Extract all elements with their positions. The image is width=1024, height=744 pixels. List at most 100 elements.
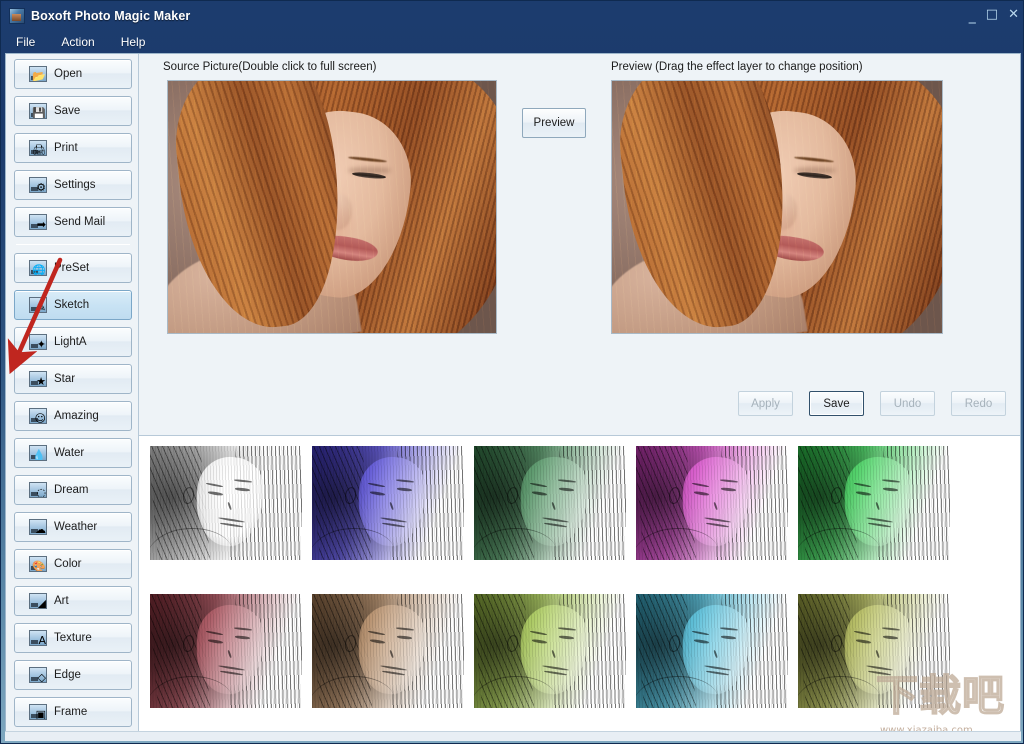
sketch-color-tint bbox=[636, 594, 788, 708]
sidebar-item-label: Frame bbox=[54, 706, 88, 718]
sidebar-item-save[interactable]: 💾 Save bbox=[14, 96, 132, 126]
sketch-color-tint bbox=[474, 594, 626, 708]
thumbnail-cell[interactable] bbox=[307, 592, 469, 740]
menu-item-file[interactable]: File bbox=[13, 34, 38, 50]
undo-button: Undo bbox=[880, 391, 935, 416]
portrait-image-source bbox=[168, 81, 496, 333]
sidebar-item-amazing[interactable]: ☺ Amazing bbox=[14, 401, 132, 431]
sidebar-item-edge[interactable]: ◇ Edge bbox=[14, 660, 132, 690]
sidebar-item-texture[interactable]: A Texture bbox=[14, 623, 132, 653]
sidebar-item-frame[interactable]: ▣ Frame bbox=[14, 697, 132, 727]
sidebar-item-lighta[interactable]: ✦ LightA bbox=[14, 327, 132, 357]
light-effect-icon: ✦ bbox=[29, 334, 47, 350]
sketch-pen-icon: ✎ bbox=[29, 297, 47, 313]
sketch-variant-dark-green[interactable] bbox=[474, 446, 626, 560]
thumbnail-cell[interactable] bbox=[631, 592, 793, 740]
sketch-variant-magenta[interactable] bbox=[636, 446, 788, 560]
minimize-icon[interactable]: _ bbox=[969, 9, 976, 23]
star-effect-icon: ★ bbox=[29, 371, 47, 387]
thumbnail-cell[interactable] bbox=[793, 444, 955, 592]
sidebar-item-print[interactable]: 🖨 Print bbox=[14, 133, 132, 163]
sketch-variant-maroon[interactable] bbox=[150, 594, 302, 708]
floppy-disk-icon: 💾 bbox=[29, 103, 47, 119]
sidebar-item-label: PreSet bbox=[54, 262, 90, 274]
open-folder-icon: 📂 bbox=[29, 66, 47, 82]
sketch-variant-cyan[interactable] bbox=[636, 594, 788, 708]
sidebar-item-dream[interactable]: ◌ Dream bbox=[14, 475, 132, 505]
sidebar-item-label: Send Mail bbox=[54, 216, 106, 228]
sidebar-item-label: Art bbox=[54, 595, 69, 607]
close-icon[interactable]: ✕ bbox=[1008, 8, 1019, 21]
dream-swirl-icon: ◌ bbox=[29, 482, 47, 498]
sidebar-item-send-mail[interactable]: ➡ Send Mail bbox=[14, 207, 132, 237]
sketch-variant-bright-green[interactable] bbox=[798, 446, 950, 560]
sketch-variant-yellow-green[interactable] bbox=[474, 594, 626, 708]
edge-diamond-icon: ◇ bbox=[29, 667, 47, 683]
app-photo-icon bbox=[9, 8, 25, 24]
title-bar: Boxoft Photo Magic Maker _ □ ✕ bbox=[1, 1, 1023, 31]
art-brush-icon: ◢ bbox=[29, 593, 47, 609]
window-controls: _ □ ✕ bbox=[969, 8, 1019, 23]
menu-item-action[interactable]: Action bbox=[58, 34, 97, 50]
thumbnail-cell[interactable] bbox=[307, 444, 469, 592]
sidebar-item-star[interactable]: ★ Star bbox=[14, 364, 132, 394]
sidebar-item-label: Sketch bbox=[54, 299, 90, 311]
sidebar-item-label: Color bbox=[54, 558, 82, 570]
sidebar-item-label: Open bbox=[54, 68, 83, 80]
sidebar-item-sketch[interactable]: ✎ Sketch bbox=[14, 290, 132, 320]
thumbnail-cell[interactable] bbox=[145, 592, 307, 740]
sketch-variant-blue-violet[interactable] bbox=[312, 446, 464, 560]
gear-envelope-icon: ⚙ bbox=[29, 177, 47, 193]
sidebar-item-water[interactable]: 💧 Water bbox=[14, 438, 132, 468]
water-drop-icon: 💧 bbox=[29, 445, 47, 461]
sidebar-item-label: Settings bbox=[54, 179, 96, 191]
sketch-color-tint bbox=[150, 446, 302, 560]
sketch-color-tint bbox=[798, 594, 950, 708]
thumbnail-cell[interactable] bbox=[793, 592, 955, 740]
thumbnail-cell[interactable] bbox=[145, 444, 307, 592]
sidebar-item-weather[interactable]: ☁ Weather bbox=[14, 512, 132, 542]
sidebar-item-label: Dream bbox=[54, 484, 89, 496]
sketch-color-tint bbox=[636, 446, 788, 560]
sketch-variant-grey[interactable] bbox=[150, 446, 302, 560]
menu-item-help[interactable]: Help bbox=[118, 34, 149, 50]
preview-picture[interactable] bbox=[611, 80, 943, 334]
maximize-icon[interactable]: □ bbox=[986, 8, 998, 21]
sketch-color-tint bbox=[474, 446, 626, 560]
sidebar-item-open[interactable]: 📂 Open bbox=[14, 59, 132, 89]
sketch-variant-olive[interactable] bbox=[798, 594, 950, 708]
effect-thumbnail-grid: 下载吧 www.xiazaiba.com bbox=[139, 436, 1020, 740]
sketch-color-tint bbox=[312, 446, 464, 560]
sidebar-item-label: Water bbox=[54, 447, 85, 459]
frame-icon: ▣ bbox=[29, 704, 47, 720]
sidebar-item-label: Edge bbox=[54, 669, 81, 681]
weather-icon: ☁ bbox=[29, 519, 47, 535]
client-area: 📂 Open 💾 Save 🖨 Print ⚙ Settings ➡ Send Mail 🌐 Pre… bbox=[5, 53, 1021, 741]
save-button[interactable]: Save bbox=[809, 391, 864, 416]
thumbnail-cell[interactable] bbox=[469, 592, 631, 740]
color-palette-icon: 🎨 bbox=[29, 556, 47, 572]
source-picture[interactable] bbox=[167, 80, 497, 334]
sidebar-item-art[interactable]: ◢ Art bbox=[14, 586, 132, 616]
sketch-color-tint bbox=[150, 594, 302, 708]
sidebar-item-label: Print bbox=[54, 142, 78, 154]
sidebar-effect-group: 🌐 PreSet ✎ Sketch ✦ LightA ★ Star ☺ Amazing 💧 Water… bbox=[14, 253, 132, 727]
sidebar-item-settings[interactable]: ⚙ Settings bbox=[14, 170, 132, 200]
sidebar-item-label: Texture bbox=[54, 632, 92, 644]
thumbnail-cell[interactable] bbox=[631, 444, 793, 592]
sidebar-item-color[interactable]: 🎨 Color bbox=[14, 549, 132, 579]
thumbnail-cell[interactable] bbox=[469, 444, 631, 592]
apply-button: Apply bbox=[738, 391, 793, 416]
sketch-variant-tan[interactable] bbox=[312, 594, 464, 708]
sidebar-item-label: Amazing bbox=[54, 410, 99, 422]
sketch-color-tint bbox=[312, 594, 464, 708]
sidebar: 📂 Open 💾 Save 🖨 Print ⚙ Settings ➡ Send Mail 🌐 Pre… bbox=[6, 54, 139, 740]
preview-button[interactable]: Preview bbox=[522, 108, 586, 138]
source-picture-label: Source Picture(Double click to full scre… bbox=[163, 61, 377, 73]
menu-bar: File Action Help bbox=[1, 31, 1023, 53]
printer-icon: 🖨 bbox=[29, 140, 47, 156]
redo-button: Redo bbox=[951, 391, 1006, 416]
portrait-image-preview bbox=[612, 81, 942, 333]
sidebar-file-group: 📂 Open 💾 Save 🖨 Print ⚙ Settings ➡ Send Mail bbox=[14, 59, 132, 237]
sidebar-item-preset[interactable]: 🌐 PreSet bbox=[14, 253, 132, 283]
